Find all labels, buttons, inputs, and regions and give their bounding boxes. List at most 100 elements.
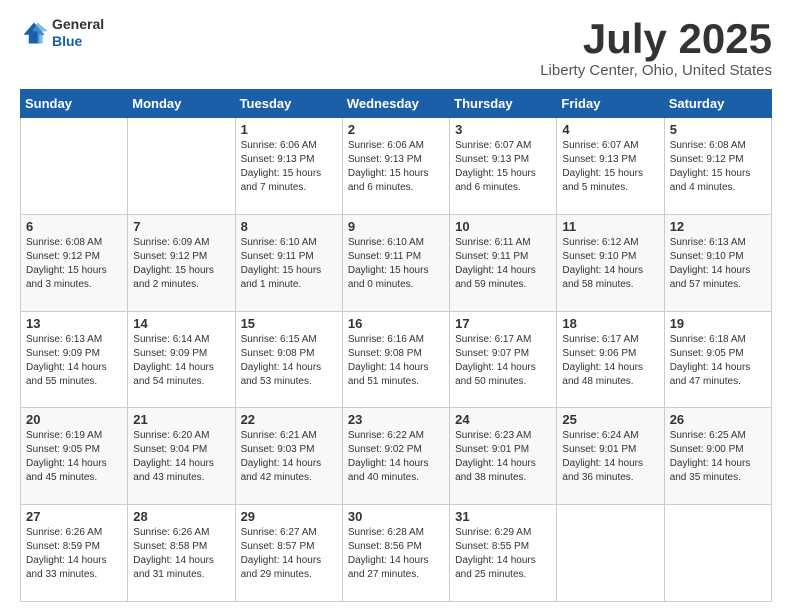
calendar-cell: 1Sunrise: 6:06 AM Sunset: 9:13 PM Daylig…	[235, 118, 342, 215]
day-number: 26	[670, 412, 766, 427]
calendar-cell: 12 Sunrise: 6:13 AM Sunset: 9:10 PM Dayli…	[664, 214, 771, 311]
calendar-cell: 4 Sunrise: 6:07 AM Sunset: 9:13 PM Daylig…	[557, 118, 664, 215]
cell-content: Sunrise: 6:26 AM Sunset: 8:59 PM Dayligh…	[26, 526, 122, 582]
calendar-cell: 5 Sunrise: 6:08 AM Sunset: 9:12 PM Daylig…	[664, 118, 771, 215]
cell-content: Sunrise: 6:13 AM Sunset: 9:10 PM Dayligh…	[670, 236, 766, 292]
week-row-3: 20Sunrise: 6:19 AM Sunset: 9:05 PM Dayli…	[21, 408, 772, 505]
day-number: 25	[562, 412, 658, 427]
logo-text: General Blue	[52, 16, 104, 50]
day-number: 22	[241, 412, 337, 427]
day-number: 16	[348, 316, 444, 331]
cell-content: Sunrise: 6:06 AM Sunset: 9:13 PM Dayligh…	[241, 139, 337, 195]
day-number: 31	[455, 509, 551, 524]
calendar-cell: 27 Sunrise: 6:26 AM Sunset: 8:59 PM Dayli…	[21, 505, 128, 602]
day-number: 3	[455, 122, 551, 137]
day-number: 23	[348, 412, 444, 427]
calendar-cell: 14 Sunrise: 6:14 AM Sunset: 9:09 PM Dayli…	[128, 311, 235, 408]
cell-content: Sunrise: 6:28 AM Sunset: 8:56 PM Dayligh…	[348, 526, 444, 582]
cell-content: Sunrise: 6:08 AM Sunset: 9:12 PM Dayligh…	[26, 236, 122, 292]
calendar-cell: 6 Sunrise: 6:08 AM Sunset: 9:12 PM Daylig…	[21, 214, 128, 311]
cell-content: Sunrise: 6:29 AM Sunset: 8:55 PM Dayligh…	[455, 526, 551, 582]
logo-general: General	[52, 16, 104, 33]
calendar-cell: 11Sunrise: 6:12 AM Sunset: 9:10 PM Dayli…	[557, 214, 664, 311]
weekday-header-friday: Friday	[557, 90, 664, 118]
cell-content: Sunrise: 6:19 AM Sunset: 9:05 PM Dayligh…	[26, 429, 122, 485]
day-number: 6	[26, 219, 122, 234]
calendar-cell: 9 Sunrise: 6:10 AM Sunset: 9:11 PM Daylig…	[342, 214, 449, 311]
day-number: 17	[455, 316, 551, 331]
calendar-cell: 22 Sunrise: 6:21 AM Sunset: 9:03 PM Dayli…	[235, 408, 342, 505]
cell-content: Sunrise: 6:18 AM Sunset: 9:05 PM Dayligh…	[670, 333, 766, 389]
title-block: July 2025 Liberty Center, Ohio, United S…	[540, 16, 772, 79]
logo-icon	[20, 19, 48, 47]
week-row-4: 27 Sunrise: 6:26 AM Sunset: 8:59 PM Dayli…	[21, 505, 772, 602]
cell-content: Sunrise: 6:17 AM Sunset: 9:06 PM Dayligh…	[562, 333, 658, 389]
cell-content: Sunrise: 6:21 AM Sunset: 9:03 PM Dayligh…	[241, 429, 337, 485]
day-number: 13	[26, 316, 122, 331]
week-row-2: 13 Sunrise: 6:13 AM Sunset: 9:09 PM Dayli…	[21, 311, 772, 408]
day-number: 14	[133, 316, 229, 331]
cell-content: Sunrise: 6:22 AM Sunset: 9:02 PM Dayligh…	[348, 429, 444, 485]
calendar-cell: 10Sunrise: 6:11 AM Sunset: 9:11 PM Dayli…	[450, 214, 557, 311]
calendar-cell: 19 Sunrise: 6:18 AM Sunset: 9:05 PM Dayli…	[664, 311, 771, 408]
weekday-header-sunday: Sunday	[21, 90, 128, 118]
day-number: 12	[670, 219, 766, 234]
cell-content: Sunrise: 6:09 AM Sunset: 9:12 PM Dayligh…	[133, 236, 229, 292]
cell-content: Sunrise: 6:07 AM Sunset: 9:13 PM Dayligh…	[562, 139, 658, 195]
location: Liberty Center, Ohio, United States	[540, 62, 772, 79]
weekday-header-wednesday: Wednesday	[342, 90, 449, 118]
day-number: 18	[562, 316, 658, 331]
cell-content: Sunrise: 6:14 AM Sunset: 9:09 PM Dayligh…	[133, 333, 229, 389]
weekday-header-tuesday: Tuesday	[235, 90, 342, 118]
day-number: 7	[133, 219, 229, 234]
header: General Blue July 2025 Liberty Center, O…	[20, 16, 772, 79]
cell-content: Sunrise: 6:10 AM Sunset: 9:11 PM Dayligh…	[348, 236, 444, 292]
calendar-cell: 15 Sunrise: 6:15 AM Sunset: 9:08 PM Dayli…	[235, 311, 342, 408]
day-number: 2	[348, 122, 444, 137]
cell-content: Sunrise: 6:15 AM Sunset: 9:08 PM Dayligh…	[241, 333, 337, 389]
calendar-cell	[557, 505, 664, 602]
calendar-cell: 8 Sunrise: 6:10 AM Sunset: 9:11 PM Daylig…	[235, 214, 342, 311]
calendar-table: SundayMondayTuesdayWednesdayThursdayFrid…	[20, 89, 772, 602]
day-number: 8	[241, 219, 337, 234]
cell-content: Sunrise: 6:23 AM Sunset: 9:01 PM Dayligh…	[455, 429, 551, 485]
day-number: 28	[133, 509, 229, 524]
cell-content: Sunrise: 6:17 AM Sunset: 9:07 PM Dayligh…	[455, 333, 551, 389]
calendar-cell: 2Sunrise: 6:06 AM Sunset: 9:13 PM Daylig…	[342, 118, 449, 215]
calendar-cell	[664, 505, 771, 602]
day-number: 10	[455, 219, 551, 234]
cell-content: Sunrise: 6:12 AM Sunset: 9:10 PM Dayligh…	[562, 236, 658, 292]
cell-content: Sunrise: 6:13 AM Sunset: 9:09 PM Dayligh…	[26, 333, 122, 389]
calendar-cell: 24 Sunrise: 6:23 AM Sunset: 9:01 PM Dayli…	[450, 408, 557, 505]
cell-content: Sunrise: 6:20 AM Sunset: 9:04 PM Dayligh…	[133, 429, 229, 485]
cell-content: Sunrise: 6:10 AM Sunset: 9:11 PM Dayligh…	[241, 236, 337, 292]
calendar-cell: 26 Sunrise: 6:25 AM Sunset: 9:00 PM Dayli…	[664, 408, 771, 505]
calendar-cell: 17 Sunrise: 6:17 AM Sunset: 9:07 PM Dayli…	[450, 311, 557, 408]
day-number: 15	[241, 316, 337, 331]
calendar-cell: 7 Sunrise: 6:09 AM Sunset: 9:12 PM Daylig…	[128, 214, 235, 311]
calendar-cell: 13 Sunrise: 6:13 AM Sunset: 9:09 PM Dayli…	[21, 311, 128, 408]
cell-content: Sunrise: 6:24 AM Sunset: 9:01 PM Dayligh…	[562, 429, 658, 485]
day-number: 9	[348, 219, 444, 234]
day-number: 4	[562, 122, 658, 137]
page: General Blue July 2025 Liberty Center, O…	[0, 0, 792, 612]
weekday-header-row: SundayMondayTuesdayWednesdayThursdayFrid…	[21, 90, 772, 118]
calendar-cell: 28 Sunrise: 6:26 AM Sunset: 8:58 PM Dayli…	[128, 505, 235, 602]
cell-content: Sunrise: 6:07 AM Sunset: 9:13 PM Dayligh…	[455, 139, 551, 195]
calendar-cell: 16Sunrise: 6:16 AM Sunset: 9:08 PM Dayli…	[342, 311, 449, 408]
day-number: 27	[26, 509, 122, 524]
day-number: 30	[348, 509, 444, 524]
cell-content: Sunrise: 6:27 AM Sunset: 8:57 PM Dayligh…	[241, 526, 337, 582]
calendar-cell: 30 Sunrise: 6:28 AM Sunset: 8:56 PM Dayli…	[342, 505, 449, 602]
cell-content: Sunrise: 6:08 AM Sunset: 9:12 PM Dayligh…	[670, 139, 766, 195]
cell-content: Sunrise: 6:25 AM Sunset: 9:00 PM Dayligh…	[670, 429, 766, 485]
weekday-header-monday: Monday	[128, 90, 235, 118]
week-row-0: 1Sunrise: 6:06 AM Sunset: 9:13 PM Daylig…	[21, 118, 772, 215]
cell-content: Sunrise: 6:26 AM Sunset: 8:58 PM Dayligh…	[133, 526, 229, 582]
day-number: 19	[670, 316, 766, 331]
day-number: 5	[670, 122, 766, 137]
month-title: July 2025	[540, 16, 772, 62]
calendar-cell: 21 Sunrise: 6:20 AM Sunset: 9:04 PM Dayli…	[128, 408, 235, 505]
day-number: 21	[133, 412, 229, 427]
day-number: 24	[455, 412, 551, 427]
